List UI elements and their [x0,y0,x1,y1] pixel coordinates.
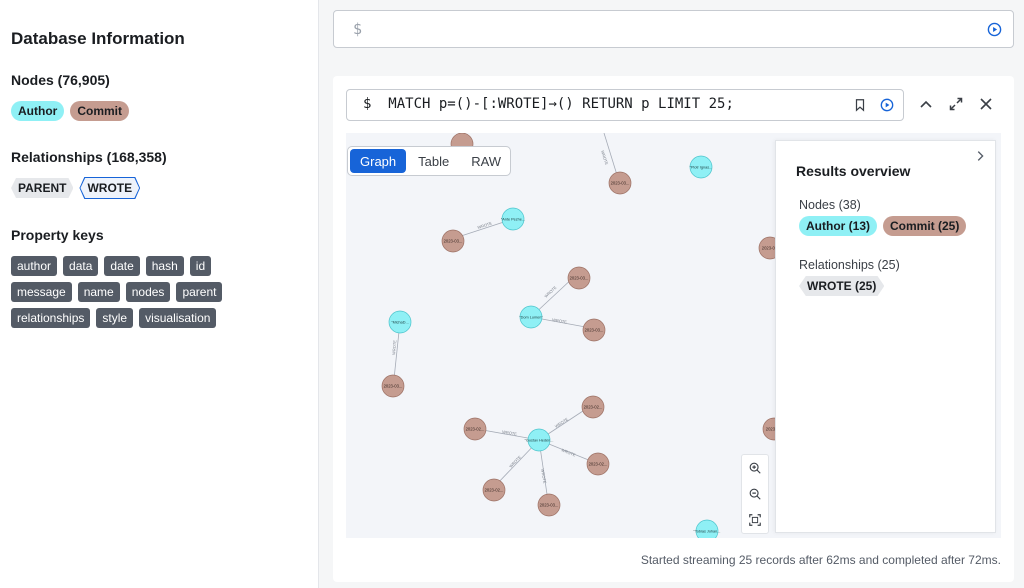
commit-node-label: 2023-02... [466,427,485,432]
graph-edge-label: WROTE [543,285,558,299]
property-key[interactable]: visualisation [139,308,217,328]
sidebar: Database Information Nodes (76,905) Auth… [0,0,319,588]
play-circle-icon[interactable] [987,22,1002,37]
author-nodes[interactable] [388,155,719,538]
bookmark-icon[interactable] [853,98,867,112]
author-node-label: "MichaD... [391,321,408,325]
commit-node-label: 2023-03... [384,384,403,389]
property-key[interactable]: style [96,308,134,328]
overview-label-commit[interactable]: Commit (25) [883,216,967,236]
author-node-label: "Tobias Johan... [694,530,721,534]
property-key[interactable]: parent [176,282,223,302]
commit-node-label: 2023-03... [444,239,463,244]
author-node-label: "Dom Lumen" [519,316,543,320]
tab-table[interactable]: Table [408,149,459,173]
nodes-title: Nodes (76,905) [11,72,110,88]
property-key[interactable]: nodes [125,282,171,302]
view-tabs: Graph Table RAW [347,146,511,176]
commit-node-label: 2023-03... [585,328,604,333]
graph-edge-label: WROTE [552,317,568,325]
results-overview-panel: Results overview Nodes (38) Author (13) … [775,140,996,533]
expand-icon[interactable] [948,96,964,112]
sidebar-title: Database Information [11,29,185,48]
property-key-list: author data date hash id message name no… [11,256,241,328]
status-message: Started streaming 25 records after 62ms … [640,553,1001,567]
tab-graph[interactable]: Graph [350,149,407,173]
graph-edge-label: WROTE [508,454,522,468]
property-key[interactable]: date [104,256,140,276]
overview-nodes-title: Nodes (38) [799,198,861,212]
overview-relationships-title: Relationships (25) [799,258,900,272]
commit-node-label: 2023-03... [540,503,559,508]
property-key[interactable]: id [189,256,212,276]
author-node-label: "Ante Pezhe... [501,218,525,222]
relationship-type-parent[interactable]: PARENT [11,178,74,198]
graph-edge-label: WROTE [502,429,518,437]
relationships-title: Relationships (168,358) [11,149,167,165]
property-key[interactable]: hash [145,256,184,276]
property-keys-title: Property keys [11,227,104,243]
frame-query-text[interactable]: $ MATCH p=()-[:WROTE]→() RETURN p LIMIT … [363,96,734,112]
relationship-type-wrote-selected[interactable]: WROTE [79,177,141,199]
graph-edge-label: WROTE [600,150,609,166]
fit-to-screen-icon[interactable] [748,513,762,527]
commit-node-label: 2023-02... [589,462,608,467]
overview-label-author[interactable]: Author (13) [799,216,877,236]
results-overview-title: Results overview [796,163,911,179]
graph-edge-label: WROTE [540,468,548,484]
overview-relationship-wrote[interactable]: WROTE (25) [799,276,885,296]
play-circle-icon[interactable] [880,98,894,112]
tab-raw[interactable]: RAW [461,149,511,173]
commit-node-label: 2023-03... [611,181,630,186]
close-icon[interactable] [978,96,994,112]
author-node-label: "Gustav Hedén... [525,439,554,443]
node-label-author[interactable]: Author [11,101,65,121]
property-key[interactable]: message [11,282,72,302]
overview-node-labels: Author (13) Commit (25) [799,216,967,236]
graph-edge-label: WROTE [554,416,569,428]
property-key[interactable]: author [11,256,58,276]
graph-edge-labels: WROTE WROTE WROTE WROTE WROTE WROTE WROT… [391,150,609,484]
node-label-list: Author Commit [11,101,241,121]
property-key[interactable]: name [77,282,120,302]
commit-node-label: 2023-02... [485,488,504,493]
property-key[interactable]: relationships [11,308,91,328]
relationship-type-list: PARENT WROTE [11,177,241,199]
relationship-type-wrote[interactable]: WROTE [80,178,140,198]
zoom-in-icon[interactable] [748,461,762,475]
chevron-right-icon[interactable] [973,149,987,163]
frame-query-editor[interactable]: $ MATCH p=()-[:WROTE]→() RETURN p LIMIT … [346,89,904,121]
commit-node-label: 2023-02... [584,405,603,410]
graph-edge-label: WROTE [561,447,577,457]
commit-nodes[interactable] [381,133,786,517]
chevron-up-icon[interactable] [918,96,934,112]
prompt-symbol: $ [353,20,363,38]
graph-edges [393,133,618,502]
author-node-label: "Piotr Ignas... [690,166,713,170]
commit-node-labels: 2023-03... 2023-03... 2023-03... 2023-03… [384,181,783,508]
result-frame: $ MATCH p=()-[:WROTE]→() RETURN p LIMIT … [333,76,1014,582]
overview-relationship-labels: WROTE (25) [799,276,885,296]
query-editor[interactable]: $ [333,10,1014,48]
zoom-out-icon[interactable] [748,487,762,501]
commit-node-label: 2023-03... [570,276,589,281]
property-key[interactable]: data [63,256,99,276]
author-node-labels: "Piotr Ignas... "Ante Pezhe... "Dom Lume… [391,166,720,534]
zoom-controls [741,454,769,534]
node-label-commit[interactable]: Commit [70,101,129,121]
